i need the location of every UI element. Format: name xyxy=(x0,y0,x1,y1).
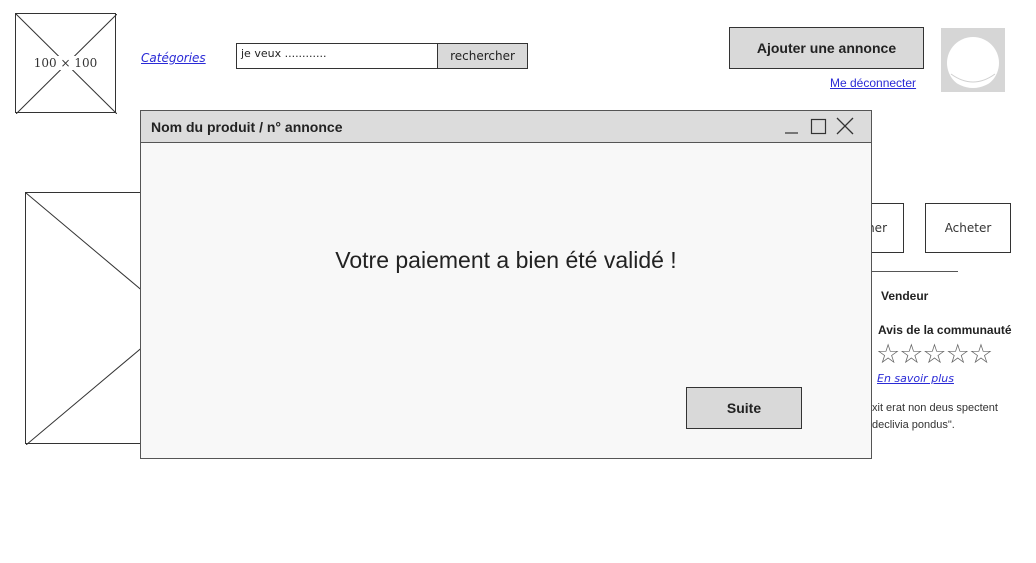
next-button[interactable]: Suite xyxy=(686,387,802,429)
minimize-icon[interactable] xyxy=(781,116,801,136)
logo-label: 100 × 100 xyxy=(31,56,100,70)
modal-title: Nom du produit / n° annonce xyxy=(151,119,343,135)
divider xyxy=(870,271,958,272)
modal-title-bar[interactable]: Nom du produit / n° annonce xyxy=(141,111,871,143)
payment-success-message: Votre paiement a bien été validé ! xyxy=(335,247,677,273)
logout-link[interactable]: Me déconnecter xyxy=(830,76,916,90)
search-button[interactable]: rechercher xyxy=(437,43,528,69)
learn-more-link[interactable]: En savoir plus xyxy=(877,372,954,385)
add-listing-button[interactable]: Ajouter une annonce xyxy=(729,27,924,69)
description-line-1: xit erat non deus spectent xyxy=(872,402,998,414)
rating-stars[interactable]: ☆☆☆☆☆ xyxy=(876,340,993,368)
user-avatar-icon xyxy=(941,28,1005,92)
search-input-value: je veux ............ xyxy=(241,47,327,60)
close-icon[interactable] xyxy=(835,116,855,136)
categories-link[interactable]: Catégories xyxy=(141,51,206,65)
maximize-icon[interactable] xyxy=(808,116,828,136)
avatar[interactable] xyxy=(941,28,1005,92)
community-reviews-heading: Avis de la communauté xyxy=(878,323,1012,337)
search-input[interactable]: je veux ............ xyxy=(236,43,438,69)
payment-confirmation-modal: Nom du produit / n° annonce Votre paieme… xyxy=(140,110,872,459)
logo-placeholder: 100 × 100 xyxy=(15,13,117,114)
buy-button[interactable]: Acheter xyxy=(925,203,1011,253)
seller-heading: Vendeur xyxy=(881,289,929,303)
description-line-2: declivia pondus". xyxy=(872,419,955,431)
